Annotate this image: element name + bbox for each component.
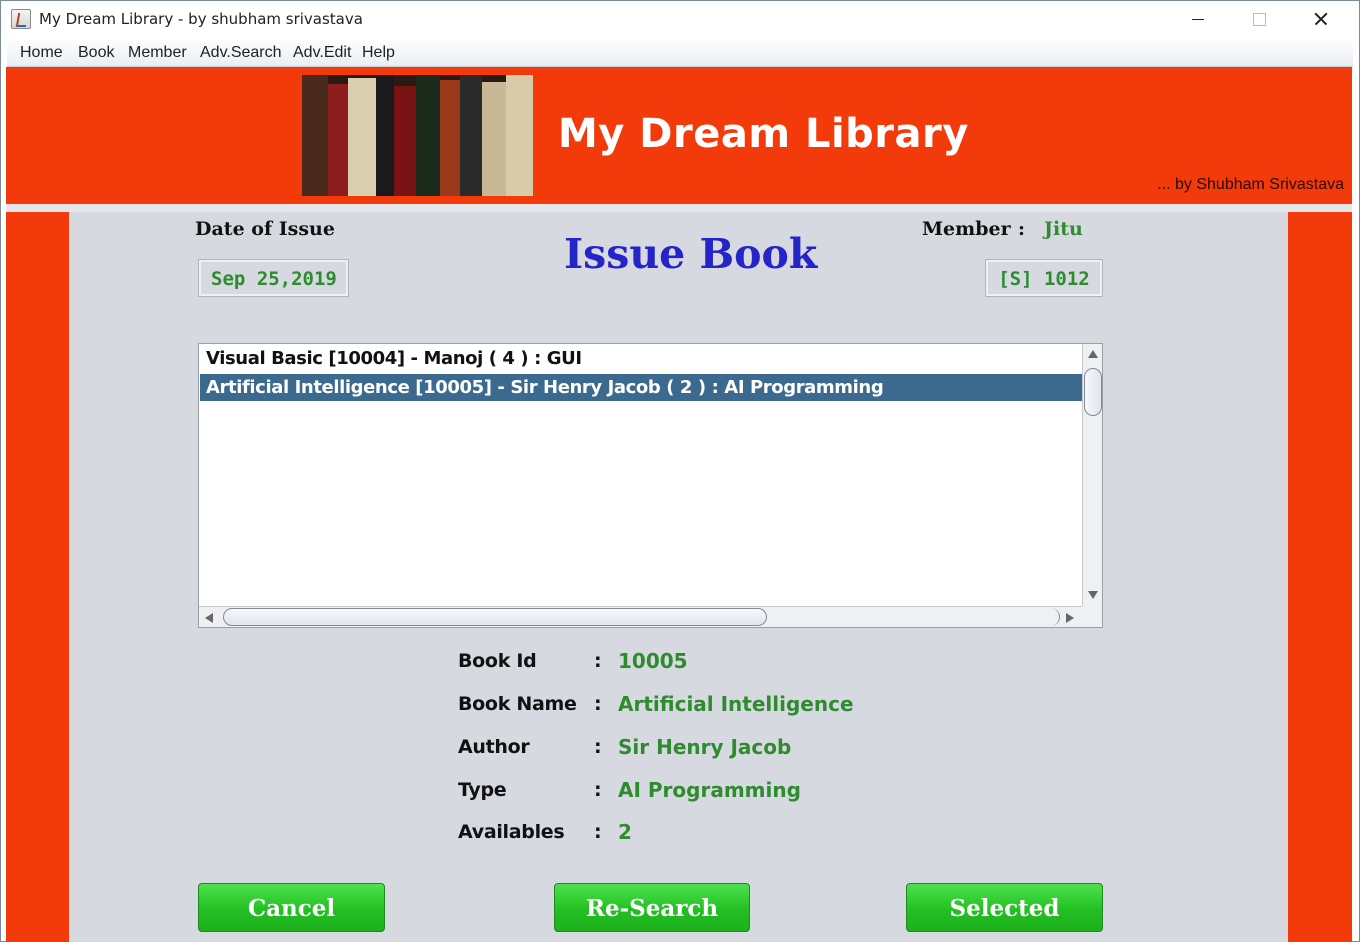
menu-adv-edit[interactable]: Adv.Edit [293, 44, 351, 62]
horizontal-scrollbar[interactable] [199, 606, 1082, 627]
date-of-issue-field: Sep 25,2019 [198, 259, 349, 297]
menu-help[interactable]: Help [362, 44, 395, 62]
type-colon: : [594, 779, 602, 801]
minimize-button[interactable] [1168, 1, 1228, 37]
horizontal-scroll-end [1044, 608, 1060, 626]
page-title: Issue Book [564, 230, 818, 278]
author-value: Sir Henry Jacob [618, 735, 792, 759]
scroll-down-arrow-icon[interactable] [1088, 591, 1098, 599]
book-name-colon: : [594, 693, 602, 715]
book-search-results-list[interactable]: Visual Basic [10004] - Manoj ( 4 ) : GUI… [198, 343, 1103, 628]
library-books-image [302, 75, 533, 196]
member-colon: : [1018, 218, 1026, 240]
java-app-icon [11, 9, 31, 29]
type-value: AI Programming [618, 778, 801, 802]
book-name-label: Book Name [458, 693, 577, 715]
book-id-label: Book Id [458, 650, 537, 672]
member-id-field: [S] 1012 [985, 259, 1103, 297]
menu-adv-search[interactable]: Adv.Search [200, 44, 282, 62]
title-bar[interactable]: My Dream Library - by shubham srivastava [1, 1, 1359, 37]
list-item[interactable]: Visual Basic [10004] - Manoj ( 4 ) : GUI [200, 345, 1082, 372]
availables-value: 2 [618, 820, 632, 844]
author-label: Author [458, 736, 530, 758]
book-name-value: Artificial Intelligence [618, 692, 854, 716]
availables-label: Availables [458, 821, 565, 843]
left-side-panel [6, 212, 69, 942]
selected-button[interactable]: Selected [906, 883, 1103, 932]
scroll-up-arrow-icon[interactable] [1088, 350, 1098, 358]
vertical-scrollbar[interactable] [1082, 344, 1102, 606]
author-colon: : [594, 736, 602, 758]
right-side-panel [1288, 212, 1352, 942]
member-name: Jitu [1044, 218, 1083, 240]
header-banner: My Dream Library ... by Shubham Srivasta… [6, 67, 1352, 204]
scroll-right-arrow-icon[interactable] [1066, 613, 1074, 623]
banner-title: My Dream Library [558, 111, 969, 157]
scroll-corner [1082, 606, 1102, 627]
re-search-button[interactable]: Re-Search [554, 883, 750, 932]
menu-home[interactable]: Home [20, 44, 63, 62]
banner-separator [6, 204, 1352, 212]
list-item-selected[interactable]: Artificial Intelligence [10005] - Sir He… [200, 374, 1082, 401]
menu-member[interactable]: Member [128, 44, 187, 62]
close-window-button[interactable] [1291, 1, 1351, 37]
banner-subtitle: ... by Shubham Srivastava [1157, 176, 1344, 193]
date-of-issue-label: Date of Issue [195, 218, 335, 240]
vertical-scroll-thumb[interactable] [1084, 368, 1102, 416]
scroll-left-arrow-icon[interactable] [205, 613, 213, 623]
availables-colon: : [594, 821, 602, 843]
maximize-button[interactable] [1229, 1, 1289, 37]
type-label: Type [458, 779, 507, 801]
cancel-button[interactable]: Cancel [198, 883, 385, 932]
menu-bar: Home Book Member Adv.Search Adv.Edit Hel… [7, 37, 1353, 67]
horizontal-scroll-thumb[interactable] [223, 608, 767, 626]
book-id-colon: : [594, 650, 602, 672]
window-title: My Dream Library - by shubham srivastava [39, 10, 363, 28]
book-id-value: 10005 [618, 649, 688, 673]
menu-book[interactable]: Book [78, 44, 114, 62]
member-label: Member [922, 218, 1011, 240]
